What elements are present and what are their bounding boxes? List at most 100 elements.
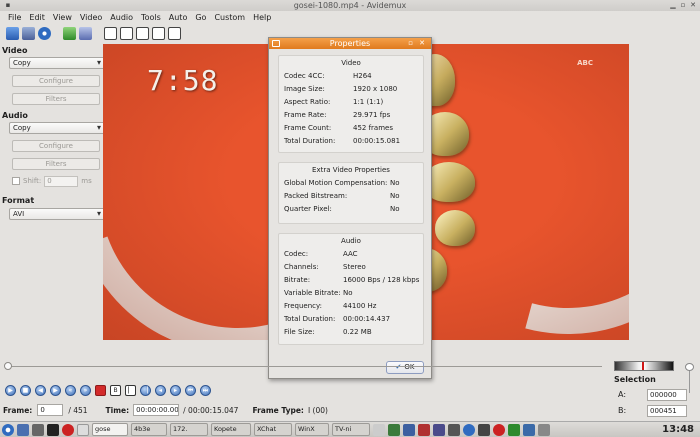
- output-preview-icon[interactable]: [120, 26, 133, 40]
- dialog-close-icon[interactable]: ✕: [419, 38, 425, 49]
- bluetooth-icon[interactable]: [433, 423, 445, 436]
- task-avidemux[interactable]: gose: [92, 423, 128, 436]
- previous-frame-icon[interactable]: ◀: [35, 384, 46, 396]
- frame-type-value: I (00): [307, 405, 328, 415]
- task-winx[interactable]: WinX: [295, 423, 329, 436]
- format-select[interactable]: AVI: [9, 208, 105, 220]
- video-filters-button[interactable]: Filters: [12, 93, 100, 105]
- updates-icon[interactable]: [463, 423, 475, 436]
- dialog-maximize-icon[interactable]: ▫: [408, 38, 413, 49]
- network-icon[interactable]: [403, 423, 415, 436]
- task-172[interactable]: 172.: [170, 423, 208, 436]
- window-menu-icon[interactable]: ▪: [3, 1, 13, 10]
- maximize-icon[interactable]: ▫: [678, 1, 688, 10]
- clipboard-icon[interactable]: [508, 423, 520, 436]
- property-value: No: [390, 192, 400, 200]
- property-value: 00:00:15.081: [353, 137, 401, 145]
- menu-video[interactable]: Video: [76, 13, 106, 22]
- shift-checkbox[interactable]: [12, 177, 20, 185]
- video-codec-select[interactable]: Copy: [9, 57, 105, 69]
- menu-go[interactable]: Go: [191, 13, 210, 22]
- volume-icon[interactable]: [448, 423, 460, 436]
- separate-preview-icon[interactable]: [168, 26, 181, 40]
- save-icon[interactable]: [22, 26, 35, 40]
- next-frame-icon[interactable]: ▶: [50, 384, 61, 396]
- menu-edit[interactable]: Edit: [25, 13, 49, 22]
- minimize-icon[interactable]: ▁: [668, 1, 678, 10]
- menu-custom[interactable]: Custom: [210, 13, 249, 22]
- marker-b-field[interactable]: 000451: [647, 404, 687, 417]
- time-input[interactable]: 00:00:00.000: [133, 404, 180, 416]
- audio-configure-button[interactable]: Configure: [12, 140, 100, 152]
- side-preview-icon[interactable]: [136, 26, 149, 40]
- last-frame-icon[interactable]: ⏭: [200, 384, 211, 396]
- video-configure-button[interactable]: Configure: [12, 75, 100, 87]
- input-preview-icon[interactable]: [104, 26, 117, 40]
- task-4b3e[interactable]: 4b3e: [131, 423, 167, 436]
- top-preview-icon[interactable]: [152, 26, 165, 40]
- open-image-icon[interactable]: [63, 26, 76, 40]
- menu-audio[interactable]: Audio: [106, 13, 137, 22]
- frame-input[interactable]: 0: [37, 404, 64, 416]
- volume-handle[interactable]: [685, 363, 694, 371]
- open-file-icon[interactable]: [6, 26, 19, 40]
- timeline-handle[interactable]: [4, 362, 12, 370]
- set-marker-a-icon[interactable]: [95, 384, 106, 396]
- goto-marker-b-icon[interactable]: ▕: [140, 384, 151, 396]
- power-icon[interactable]: [538, 423, 550, 436]
- info-icon[interactable]: [38, 26, 51, 40]
- time-label: Time:: [105, 405, 130, 415]
- menu-help[interactable]: Help: [249, 13, 275, 22]
- video-properties-group: Video Codec 4CC: H264 Image Size: 1920 x 1…: [278, 55, 424, 153]
- play-icon[interactable]: ▶: [5, 384, 16, 396]
- property-row: Frame Rate: 29.971 fps: [279, 109, 423, 122]
- property-value: 0.22 MB: [343, 328, 372, 336]
- extra-group-title: Extra Video Properties: [312, 166, 390, 174]
- property-value: Stereo: [343, 263, 366, 271]
- save-image-icon[interactable]: [79, 26, 92, 40]
- kde-menu-icon[interactable]: [2, 423, 14, 436]
- previous-keyframe-icon[interactable]: «: [65, 384, 76, 396]
- previous-black-frame-icon[interactable]: ◂: [155, 384, 166, 396]
- menu-file[interactable]: File: [4, 13, 25, 22]
- terminal-icon[interactable]: [47, 423, 59, 436]
- file-manager-icon[interactable]: [32, 423, 44, 436]
- menu-view[interactable]: View: [49, 13, 76, 22]
- marker-a-field[interactable]: 000000: [647, 388, 687, 401]
- property-row: Codec: AAC: [279, 248, 423, 261]
- property-row: File Size: 0.22 MB: [279, 326, 423, 339]
- tray-app-icon[interactable]: [388, 423, 400, 436]
- audio-codec-select[interactable]: Copy: [9, 122, 105, 134]
- property-row: Packed Bitstream: No: [279, 190, 423, 203]
- marker-a-label: A:: [618, 390, 627, 399]
- set-marker-b-icon[interactable]: B: [110, 384, 121, 396]
- task-xchat[interactable]: XChat: [254, 423, 292, 436]
- stop-icon[interactable]: ■: [20, 384, 31, 396]
- window-list-icon[interactable]: [77, 423, 89, 436]
- first-frame-icon[interactable]: ⏮: [185, 384, 196, 396]
- close-icon[interactable]: ✕: [688, 1, 698, 10]
- timeline-slider[interactable]: [4, 362, 602, 370]
- kmix-icon[interactable]: [523, 423, 535, 436]
- keyboard-layout-icon[interactable]: [373, 423, 385, 436]
- opera-tray-icon[interactable]: [493, 423, 505, 436]
- shift-spinbox[interactable]: 0: [44, 175, 79, 187]
- property-key: Aspect Ratio:: [284, 98, 331, 106]
- desktop-icon[interactable]: [17, 423, 29, 436]
- battery-icon[interactable]: [478, 423, 490, 436]
- next-keyframe-icon[interactable]: »: [80, 384, 91, 396]
- menu-tools[interactable]: Tools: [137, 13, 165, 22]
- menu-auto[interactable]: Auto: [165, 13, 192, 22]
- property-key: Codec 4CC:: [284, 72, 325, 80]
- frame-label: Frame:: [3, 405, 33, 415]
- audio-filters-button[interactable]: Filters: [12, 158, 100, 170]
- task-tv[interactable]: TV-ni: [332, 423, 370, 436]
- opera-icon[interactable]: [62, 423, 74, 436]
- task-kopete[interactable]: Kopete: [211, 423, 251, 436]
- tray-monitor-icon[interactable]: [418, 423, 430, 436]
- next-black-frame-icon[interactable]: ▸: [170, 384, 181, 396]
- property-value: H264: [353, 72, 372, 80]
- dialog-title: Properties: [329, 39, 371, 48]
- audio-section-title: Audio: [2, 111, 28, 120]
- goto-marker-a-icon[interactable]: ▏: [125, 384, 136, 396]
